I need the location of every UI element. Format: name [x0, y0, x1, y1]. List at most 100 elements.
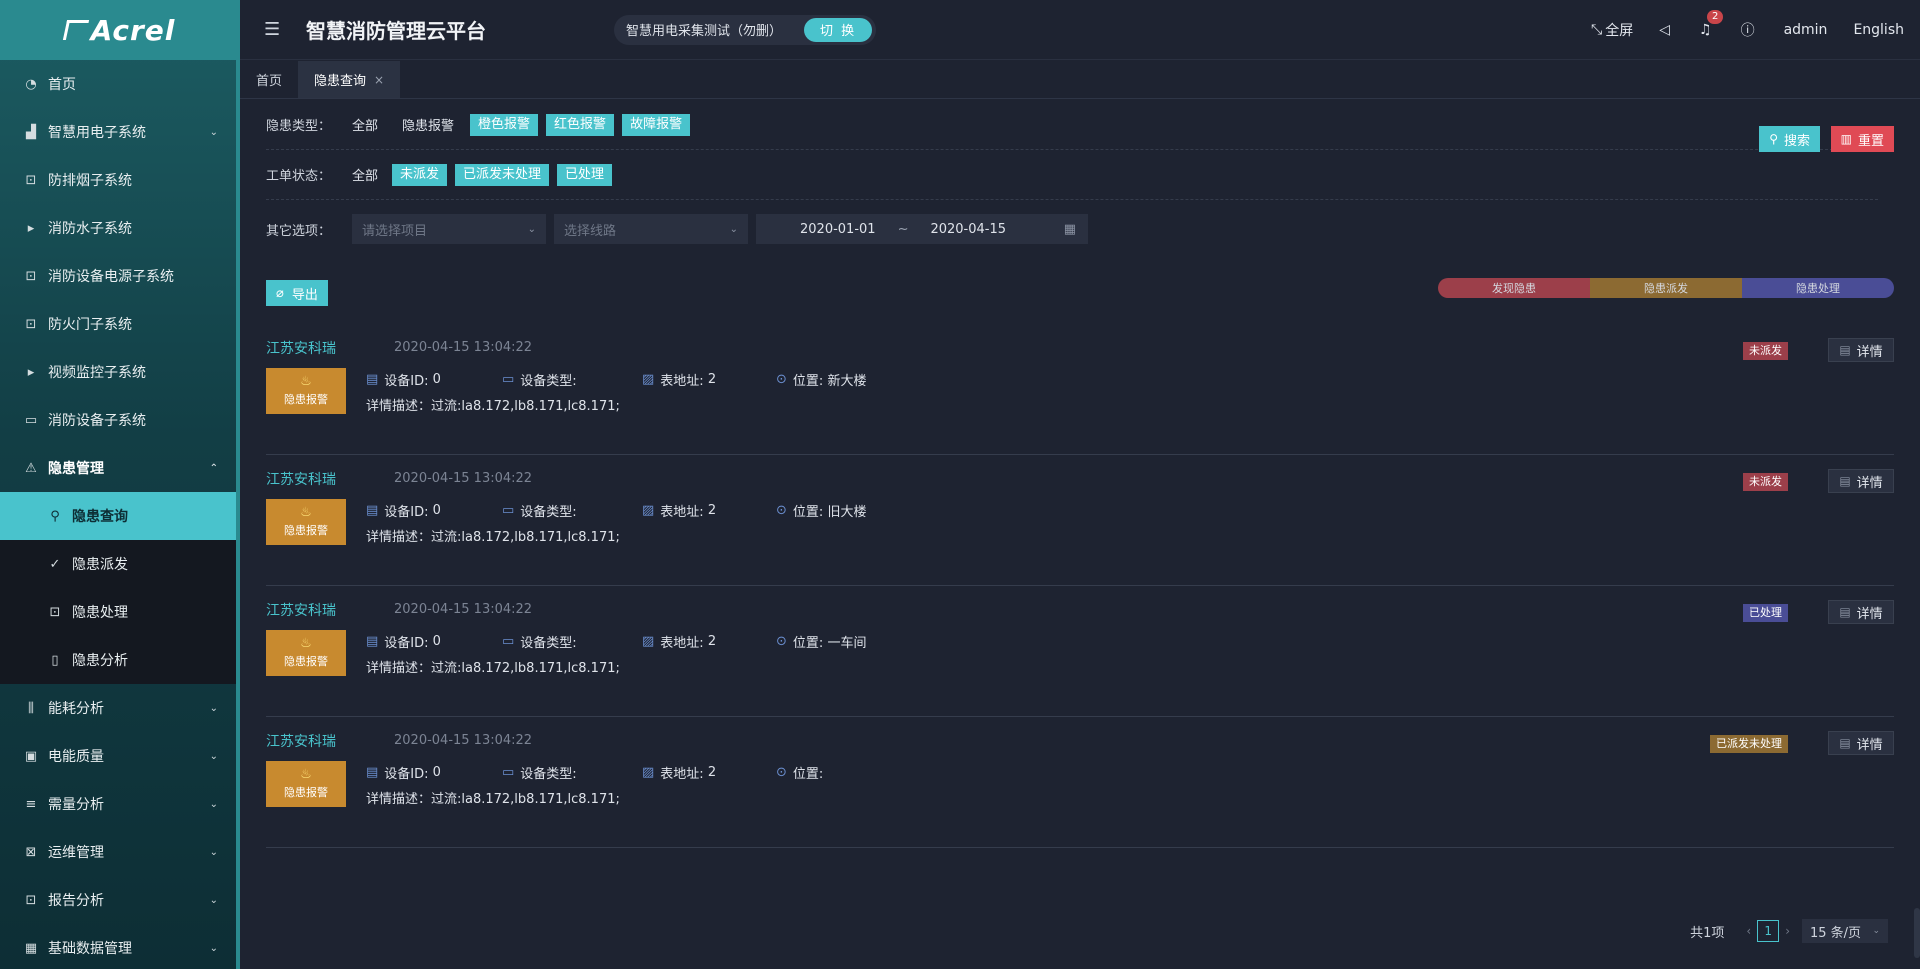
device-id-field: ▤ 设备ID: 0 [366, 632, 502, 651]
image-icon: ▨ [642, 503, 655, 518]
filter-tag-red[interactable]: 红色报警 [546, 113, 615, 136]
company-link[interactable]: 江苏安科瑞 [266, 469, 336, 489]
device-type-field: ▭ 设备类型: [502, 370, 642, 389]
detail-button[interactable]: ▤ 详情 [1828, 469, 1894, 493]
location-icon: ⊙ [776, 372, 787, 387]
sidebar-item-base-data[interactable]: ▦ 基础数据管理 ⌄ [0, 924, 240, 969]
line-select[interactable]: 选择线路 ⌄ [554, 214, 748, 244]
device-id-field: ▤ 设备ID: 0 [366, 370, 502, 389]
notification-button[interactable]: ♫ 2 [1699, 10, 1724, 38]
search-button[interactable]: ⚲ 搜索 [1759, 126, 1820, 152]
export-label: 导出 [291, 287, 318, 303]
sidebar-item-video[interactable]: ▸ 视频监控子系统 [0, 348, 240, 396]
language-switch[interactable]: English [1853, 22, 1904, 38]
sidebar-item-report[interactable]: ⊡ 报告分析 ⌄ [0, 876, 240, 924]
sidebar-item-label: 隐患分析 [72, 653, 128, 669]
device-id-field: ▤ 设备ID: 0 [366, 501, 502, 520]
sidebar-item-smoke-control[interactable]: ⊡ 防排烟子系统 [0, 156, 240, 204]
close-icon[interactable]: × [374, 73, 384, 87]
sidebar-item-fire-power[interactable]: ⊡ 消防设备电源子系统 [0, 252, 240, 300]
tab-hazard-query[interactable]: 隐患查询 × [298, 61, 401, 98]
help-icon: ⓘ [1740, 23, 1755, 39]
image-icon: ▨ [642, 634, 655, 649]
sidebar-item-smart-electric[interactable]: ▟ 智慧用电子系统 ⌄ [0, 108, 240, 156]
tab-label: 首页 [256, 74, 283, 89]
page-number-current[interactable]: 1 [1757, 920, 1780, 942]
sidebar-item-hazard-management[interactable]: ⚠ 隐患管理 ⌃ [0, 444, 240, 492]
sidebar-item-energy[interactable]: ⫼ 能耗分析 ⌄ [0, 684, 240, 732]
sidebar-item-fire-device[interactable]: ▭ 消防设备子系统 [0, 396, 240, 444]
help-button[interactable]: ⓘ [1741, 20, 1758, 40]
sidebar-item-label: 需量分析 [48, 797, 104, 813]
export-button[interactable]: ⌀ 导出 [266, 280, 328, 306]
sidebar-item-label: 防排烟子系统 [48, 173, 132, 189]
filter-label: 其它选项： [266, 223, 332, 239]
filter-hazard-type: 隐患类型： 全部 隐患报警 橙色报警 红色报警 故障报警 [266, 100, 1878, 150]
sidebar-item-demand[interactable]: ≡ 需量分析 ⌄ [0, 780, 240, 828]
page-size-select[interactable]: 15 条/页 ⌄ [1802, 919, 1888, 943]
chevron-left-icon[interactable]: ‹ [1746, 924, 1751, 938]
sidebar-item-label: 隐患查询 [72, 509, 128, 525]
record-time: 2020-04-15 13:04:22 [394, 602, 533, 617]
document-icon: ▤ [1839, 474, 1851, 488]
sound-button[interactable]: ◁ [1659, 22, 1673, 38]
field-value: 0 [432, 634, 441, 649]
filter-tag-orange[interactable]: 橙色报警 [470, 113, 539, 136]
fullscreen-button[interactable]: ⤡ 全屏 [1591, 20, 1633, 40]
status-badge: 已派发未处理 [1710, 735, 1788, 753]
filter-order-status: 工单状态： 全部 未派发 已派发未处理 已处理 [266, 150, 1878, 200]
location-icon: ⊙ [776, 634, 787, 649]
brand-logo[interactable]: Acrel [0, 0, 240, 60]
field-label: 设备类型: [520, 767, 577, 782]
filter-option-all[interactable]: 全部 [352, 115, 378, 134]
sidebar-item-power-quality[interactable]: ▣ 电能质量 ⌄ [0, 732, 240, 780]
date-range-picker[interactable]: 2020-01-01 ~ 2020-04-15 ▦ [756, 214, 1088, 244]
company-link[interactable]: 江苏安科瑞 [266, 338, 336, 358]
date-start[interactable]: 2020-01-01 [800, 222, 876, 237]
sidebar-item-fire-water[interactable]: ▸ 消防水子系统 [0, 204, 240, 252]
sidebar-item-home[interactable]: ◔ 首页 [0, 60, 240, 108]
company-link[interactable]: 江苏安科瑞 [266, 731, 336, 751]
filter-tag-dispatched-pending[interactable]: 已派发未处理 [455, 163, 550, 186]
export-toolbar: ⌀ 导出 发现隐患 隐患派发 隐患处理 [266, 278, 1894, 324]
main-scrollbar[interactable] [1914, 908, 1920, 958]
sidebar-item-hazard-query[interactable]: ⚲ 隐患查询 [0, 492, 240, 540]
total-count: 共1项 [1690, 925, 1725, 941]
reset-button[interactable]: ▥ 重置 [1830, 126, 1894, 152]
detail-button[interactable]: ▤ 详情 [1828, 600, 1894, 624]
project-select[interactable]: 请选择项目 ⌄ [352, 214, 546, 244]
chevron-right-icon[interactable]: › [1785, 924, 1790, 938]
filter-option-hazard-alarm[interactable]: 隐患报警 [402, 115, 454, 134]
filter-tag-fault[interactable]: 故障报警 [622, 113, 691, 136]
field-value: 旧大楼 [827, 505, 867, 520]
date-end[interactable]: 2020-04-15 [930, 222, 1006, 237]
detail-button[interactable]: ▤ 详情 [1828, 338, 1894, 362]
filter-option-all[interactable]: 全部 [352, 165, 378, 184]
sidebar-item-label: 智慧用电子系统 [48, 125, 146, 141]
filter-tag-undispatched[interactable]: 未派发 [392, 163, 448, 186]
detail-label: 详情 [1856, 606, 1883, 622]
hazard-submenu: ⚲ 隐患查询 ✓ 隐患派发 ⊡ 隐患处理 ▯ 隐患分析 [0, 492, 240, 684]
sidebar-item-label: 能耗分析 [48, 701, 104, 717]
record-fields: ▤ 设备ID: 0 ▭ 设备类型: ▨ 表地址: 2 ⊙ 位置: 新大楼 [366, 370, 866, 389]
menu-toggle-icon[interactable]: ☰ [264, 19, 284, 40]
location-icon: ⊙ [776, 765, 787, 780]
sidebar-item-hazard-handle[interactable]: ⊡ 隐患处理 [0, 588, 240, 636]
field-label: 设备ID: [384, 767, 429, 782]
record-time: 2020-04-15 13:04:22 [394, 340, 533, 355]
sidebar-item-label: 报告分析 [48, 893, 104, 909]
sidebar-item-hazard-dispatch[interactable]: ✓ 隐患派发 [0, 540, 240, 588]
filter-tag-handled[interactable]: 已处理 [557, 163, 613, 186]
record-time: 2020-04-15 13:04:22 [394, 733, 533, 748]
tab-home[interactable]: 首页 [240, 61, 298, 98]
company-link[interactable]: 江苏安科瑞 [266, 600, 336, 620]
detail-button[interactable]: ▤ 详情 [1828, 731, 1894, 755]
user-menu[interactable]: admin [1784, 22, 1828, 38]
sidebar-item-maintenance[interactable]: ⊠ 运维管理 ⌄ [0, 828, 240, 876]
field-value: 0 [432, 503, 441, 518]
location-field: ⊙ 位置: 新大楼 [776, 370, 866, 389]
switch-project-button[interactable]: 切 换 [804, 17, 873, 42]
sidebar-item-fire-door[interactable]: ⊡ 防火门子系统 [0, 300, 240, 348]
notification-badge: 2 [1707, 10, 1724, 24]
sidebar-item-hazard-analysis[interactable]: ▯ 隐患分析 [0, 636, 240, 684]
